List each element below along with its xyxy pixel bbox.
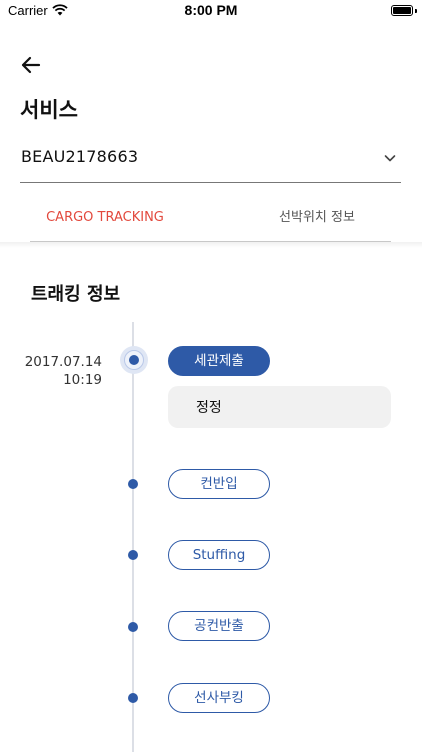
back-button[interactable] bbox=[18, 52, 44, 78]
step-carrier-booking[interactable]: 선사부킹 bbox=[168, 683, 270, 713]
tracking-date: 2017.07.14 bbox=[24, 354, 102, 370]
step-container-gate-in[interactable]: 컨반입 bbox=[168, 469, 270, 499]
battery-tip bbox=[415, 9, 417, 13]
step-stuffing[interactable]: Stuffing bbox=[168, 540, 270, 570]
container-select[interactable]: BEAU2178663 bbox=[20, 140, 401, 183]
timeline-dot-core bbox=[129, 355, 139, 365]
arrow-left-icon bbox=[21, 56, 41, 74]
clock: 8:00 PM bbox=[184, 2, 238, 18]
chevron-down-icon bbox=[383, 150, 397, 169]
timeline-dot bbox=[128, 550, 138, 560]
tab-vessel-position[interactable]: 선박위치 정보 bbox=[232, 196, 402, 240]
tab-bar: CARGO TRACKING 선박위치 정보 bbox=[0, 196, 422, 248]
timeline-dot bbox=[128, 693, 138, 703]
tab-cargo-tracking[interactable]: CARGO TRACKING bbox=[20, 196, 190, 240]
step-note: 정정 bbox=[168, 386, 391, 428]
step-customs-submission[interactable]: 세관제출 bbox=[168, 346, 270, 376]
timeline-dot bbox=[128, 479, 138, 489]
step-note-text: 정정 bbox=[196, 400, 222, 416]
tab-shadow bbox=[0, 242, 422, 248]
page-title: 서비스 bbox=[20, 98, 78, 122]
tracking-time: 10:19 bbox=[63, 372, 102, 388]
battery-icon bbox=[391, 5, 413, 16]
timeline-dot-current bbox=[120, 346, 148, 374]
tracking-datetime: 2017.07.14 10:19 bbox=[16, 353, 102, 389]
container-select-value: BEAU2178663 bbox=[21, 147, 139, 166]
timeline-dot bbox=[128, 622, 138, 632]
step-empty-container-release[interactable]: 공컨반출 bbox=[168, 611, 270, 641]
status-bar: Carrier 8:00 PM bbox=[0, 0, 422, 24]
tracking-section-title: 트래킹 정보 bbox=[31, 284, 121, 305]
timeline-line bbox=[132, 322, 134, 752]
